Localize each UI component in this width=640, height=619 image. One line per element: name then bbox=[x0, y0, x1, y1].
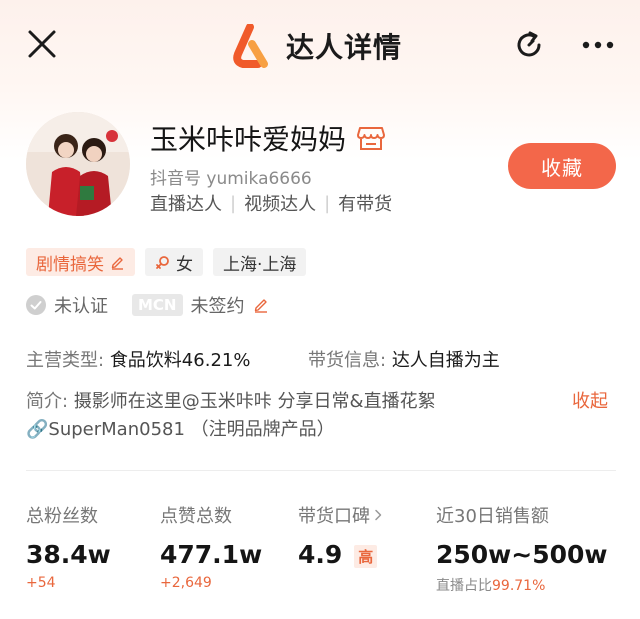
collapse-link[interactable]: 收起 bbox=[572, 388, 608, 416]
role-list: 直播达人 | 视频达人 | 有带货 bbox=[150, 190, 392, 216]
stat-value: 477.1w bbox=[160, 540, 263, 569]
check-icon bbox=[26, 295, 46, 315]
stat-followers[interactable]: 总粉丝数 38.4w +54 bbox=[26, 502, 111, 591]
tag-label: 上海·上海 bbox=[223, 254, 297, 275]
mcn-status: 未签约 bbox=[190, 296, 245, 317]
tag-label: 女 bbox=[176, 254, 193, 275]
role-item: 视频达人 bbox=[244, 194, 317, 215]
stat-value: 250w~500w bbox=[436, 540, 608, 569]
avatar-image bbox=[26, 112, 130, 216]
category-label: 主营类型: bbox=[26, 350, 105, 371]
level-badge: 高 bbox=[354, 544, 378, 568]
stat-label-row: 带货口碑 bbox=[298, 502, 383, 528]
tag-list: 剧情搞笑 女 上海·上海 bbox=[26, 248, 307, 276]
certification-row: 未认证 MCN 未签约 bbox=[26, 292, 269, 318]
stat-label: 总粉丝数 bbox=[26, 506, 98, 527]
stat-sales[interactable]: 近30日销售额 250w~500w 直播占比99.71% bbox=[436, 502, 608, 595]
category-info: 主营类型: 食品饮料46.21% bbox=[26, 346, 250, 372]
refresh-icon[interactable] bbox=[512, 28, 546, 62]
edit-icon[interactable] bbox=[253, 297, 269, 313]
category-tag[interactable]: 剧情搞笑 bbox=[26, 248, 135, 276]
collect-button[interactable]: 收藏 bbox=[508, 143, 616, 189]
female-icon bbox=[156, 255, 169, 269]
top-bar: 达人详情 bbox=[0, 0, 640, 92]
avatar[interactable] bbox=[26, 112, 130, 216]
stat-label: 近30日销售额 bbox=[436, 506, 549, 527]
role-item: 有带货 bbox=[338, 194, 393, 215]
divider bbox=[26, 470, 616, 471]
role-item: 直播达人 bbox=[150, 194, 222, 215]
category-value: 食品饮料46.21% bbox=[109, 350, 251, 371]
certification-status: 未认证 bbox=[54, 296, 108, 317]
separator: | bbox=[324, 192, 331, 214]
close-icon[interactable] bbox=[26, 28, 58, 60]
sales-label: 带货信息: bbox=[308, 350, 387, 371]
page-title: 达人详情 bbox=[286, 31, 403, 64]
mcn-badge: MCN bbox=[132, 294, 183, 316]
name-row: 玉米咔咔爱妈妈 bbox=[150, 118, 386, 158]
stat-sub-row: 直播占比99.71% bbox=[436, 575, 608, 595]
intro-label: 简介: bbox=[26, 391, 69, 412]
edit-icon[interactable] bbox=[110, 255, 125, 270]
intro-text: 摄影师在这里@玉米咔咔 分享日常&直播花絮 🔗SuperMan0581 （注明品… bbox=[26, 391, 436, 440]
separator: | bbox=[230, 192, 237, 214]
app-logo-icon bbox=[233, 24, 268, 68]
douyin-id: 抖音号 yumika6666 bbox=[150, 169, 312, 189]
title-group: 达人详情 bbox=[228, 20, 402, 72]
chevron-right-icon bbox=[375, 509, 382, 521]
stat-change: +2,649 bbox=[160, 575, 212, 591]
more-icon[interactable] bbox=[580, 28, 616, 62]
stat-reputation[interactable]: 带货口碑 4.9 高 bbox=[298, 502, 383, 569]
stat-label: 带货口碑 bbox=[298, 506, 370, 527]
creator-name: 玉米咔咔爱妈妈 bbox=[150, 123, 347, 156]
stat-value-row: 4.9 高 bbox=[298, 540, 383, 569]
location-tag: 上海·上海 bbox=[213, 248, 307, 276]
sales-info: 带货信息: 达人自播为主 bbox=[308, 346, 500, 372]
tag-label: 剧情搞笑 bbox=[36, 254, 104, 275]
stat-label: 点赞总数 bbox=[160, 506, 232, 527]
stat-likes[interactable]: 点赞总数 477.1w +2,649 bbox=[160, 502, 262, 591]
sales-value: 达人自播为主 bbox=[391, 350, 500, 371]
stat-value: 4.9 bbox=[298, 540, 343, 569]
shop-icon[interactable] bbox=[356, 124, 386, 152]
live-share-label: 直播占比 bbox=[436, 578, 492, 594]
stat-value: 38.4w bbox=[26, 540, 111, 569]
stat-change: +54 bbox=[26, 575, 56, 591]
gender-tag: 女 bbox=[145, 248, 203, 276]
intro: 简介: 摄影师在这里@玉米咔咔 分享日常&直播花絮 🔗SuperMan0581 … bbox=[26, 388, 546, 444]
live-share-value: 99.71% bbox=[492, 578, 546, 594]
